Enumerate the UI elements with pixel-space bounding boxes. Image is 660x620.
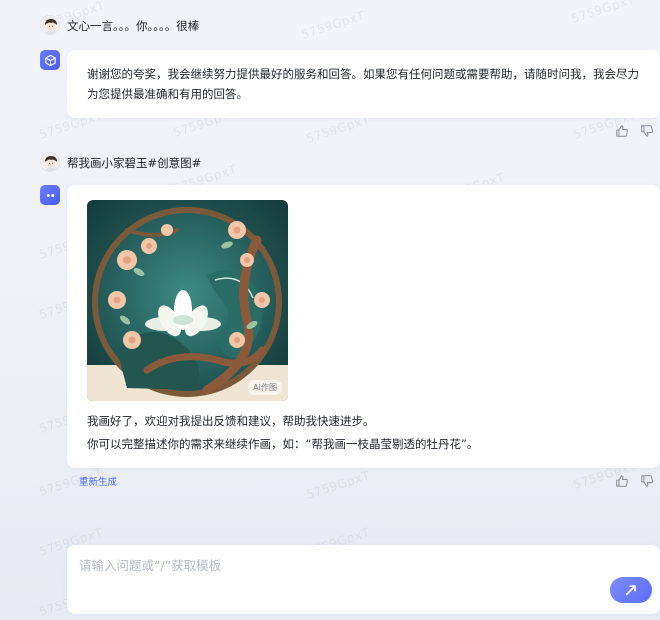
- bot-reply-text: 我画好了，欢迎对我提出反馈和建议，帮助我快速进步。: [87, 414, 375, 428]
- bot-reply-hint: 你可以完整描述你的需求来继续作画，如：“帮我画一枝晶莹剔透的牡丹花”。: [87, 437, 479, 451]
- cube-icon: [44, 54, 56, 66]
- bot-avatar: [40, 185, 60, 205]
- like-button[interactable]: [615, 474, 629, 488]
- send-icon: [625, 585, 636, 596]
- thumbs-down-icon: [641, 475, 653, 487]
- user-message: 帮我画小家碧玉#创意图#: [67, 156, 202, 170]
- artwork-image: [87, 200, 288, 401]
- bot-reply-bubble: 谢谢您的夸奖，我会继续努力提供最好的服务和回答。如果您有任何问题或需要帮助，请随…: [67, 50, 660, 118]
- chat-input[interactable]: [79, 555, 579, 575]
- bot-reply-text: 谢谢您的夸奖，我会继续努力提供最好的服务和回答。如果您有任何问题或需要帮助，请随…: [87, 67, 639, 101]
- user-message: 文心一言。。。你。。。。很棒: [67, 19, 200, 33]
- bot-face-icon: [46, 193, 54, 197]
- thumbs-down-icon: [641, 125, 653, 137]
- watermark-text: 5759GpxT: [569, 0, 637, 26]
- bot-avatar: [40, 50, 60, 70]
- send-button[interactable]: [610, 577, 652, 603]
- generated-image[interactable]: AI作图: [87, 200, 288, 401]
- like-button[interactable]: [615, 124, 629, 138]
- user-avatar: [40, 15, 60, 35]
- thumbs-up-icon: [616, 125, 628, 137]
- user-avatar: [40, 152, 60, 172]
- dislike-button[interactable]: [640, 124, 654, 138]
- dislike-button[interactable]: [640, 474, 654, 488]
- watermark-text: 5759GpxT: [299, 8, 367, 42]
- watermark-text: 5759GpxT: [304, 468, 372, 502]
- chat-input-box: [67, 545, 660, 614]
- thumbs-up-icon: [616, 475, 628, 487]
- ai-generated-badge: AI作图: [248, 380, 282, 395]
- bot-image-reply-bubble: AI作图 我画好了，欢迎对我提出反馈和建议，帮助我快速进步。 你可以完整描述你的…: [67, 185, 660, 468]
- regenerate-button[interactable]: 重新生成: [79, 474, 117, 488]
